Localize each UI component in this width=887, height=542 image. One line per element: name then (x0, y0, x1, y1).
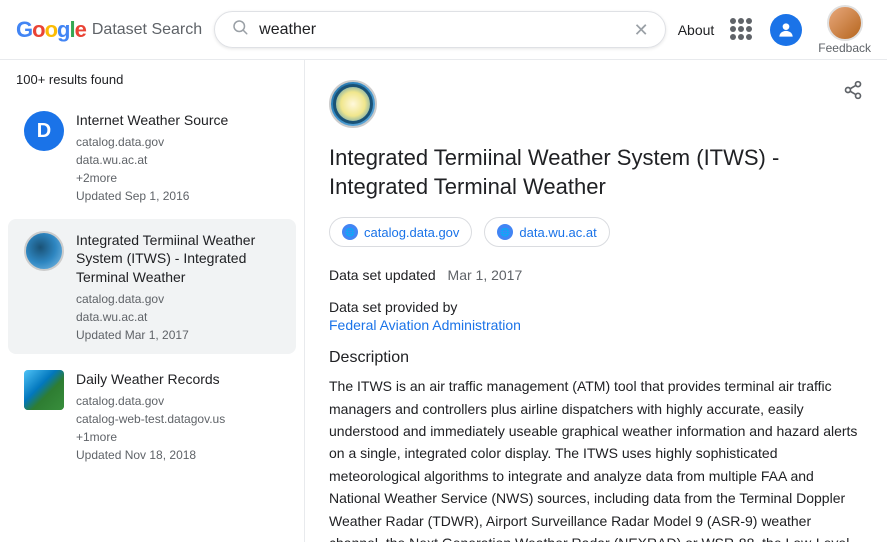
product-name: Dataset Search (92, 21, 202, 39)
source-link-catalog[interactable]: 🌐 catalog.data.gov (329, 217, 472, 247)
source-link-label-wu: data.wu.ac.at (519, 225, 596, 240)
logo-area: Google Dataset Search (16, 17, 202, 43)
result-date-internet-weather: Updated Sep 1, 2016 (76, 189, 280, 203)
about-link[interactable]: About (678, 22, 715, 38)
detail-header (329, 80, 863, 128)
share-icon[interactable] (843, 80, 863, 105)
right-panel: Integrated Termiinal Weather System (ITW… (305, 60, 887, 542)
dataset-provided-value[interactable]: Federal Aviation Administration (329, 317, 863, 333)
result-title-daily-weather: Daily Weather Records (76, 370, 280, 388)
result-sources-itws: catalog.data.govdata.wu.ac.at (76, 290, 280, 326)
result-date-itws: Updated Mar 1, 2017 (76, 328, 280, 342)
dataset-updated-value: Mar 1, 2017 (448, 267, 523, 283)
dataset-provided-label: Data set provided by (329, 299, 863, 315)
result-content-daily-weather: Daily Weather Records catalog.data.govca… (76, 370, 280, 462)
source-globe-icon-catalog: 🌐 (342, 224, 358, 240)
result-avatar-internet-weather: D (24, 111, 64, 151)
result-sources-internet-weather: catalog.data.govdata.wu.ac.at+2more (76, 133, 280, 187)
search-bar[interactable]: ✕ (214, 11, 666, 48)
apps-icon[interactable] (730, 18, 754, 42)
search-input[interactable] (259, 21, 623, 39)
dataset-provided-row: Data set provided by Federal Aviation Ad… (329, 299, 863, 333)
source-link-label-catalog: catalog.data.gov (364, 225, 459, 240)
description-label: Description (329, 349, 863, 367)
detail-title: Integrated Termiinal Weather System (ITW… (329, 144, 863, 201)
google-logo: Google (16, 17, 86, 43)
account-icon[interactable] (770, 14, 802, 46)
feedback-area: Feedback (818, 5, 871, 55)
search-icon (231, 18, 249, 41)
result-title-itws: Integrated Termiinal Weather System (ITW… (76, 231, 280, 286)
result-avatar-itws (24, 231, 64, 271)
result-content-itws: Integrated Termiinal Weather System (ITW… (76, 231, 280, 342)
left-panel: 100+ results found D Internet Weather So… (0, 60, 305, 542)
profile-image[interactable] (827, 5, 863, 41)
result-item-daily-weather[interactable]: Daily Weather Records catalog.data.govca… (8, 358, 296, 474)
header-right: About Feedback (678, 5, 871, 55)
detail-logo-inner (333, 84, 373, 124)
main-content: 100+ results found D Internet Weather So… (0, 60, 887, 542)
detail-logo (329, 80, 377, 128)
header: Google Dataset Search ✕ About Feedback (0, 0, 887, 60)
feedback-label[interactable]: Feedback (818, 41, 871, 55)
description-text: The ITWS is an air traffic management (A… (329, 375, 863, 542)
clear-icon[interactable]: ✕ (634, 21, 649, 39)
source-globe-icon-wu: 🌐 (497, 224, 513, 240)
result-date-daily-weather: Updated Nov 18, 2018 (76, 448, 280, 462)
results-count: 100+ results found (0, 72, 304, 99)
dataset-updated-row: Data set updated Mar 1, 2017 (329, 267, 863, 283)
result-item-internet-weather[interactable]: D Internet Weather Source catalog.data.g… (8, 99, 296, 215)
result-item-itws[interactable]: Integrated Termiinal Weather System (ITW… (8, 219, 296, 354)
source-links: 🌐 catalog.data.gov 🌐 data.wu.ac.at (329, 217, 863, 247)
dataset-updated-label: Data set updated (329, 267, 436, 283)
source-link-wu[interactable]: 🌐 data.wu.ac.at (484, 217, 609, 247)
result-title-internet-weather: Internet Weather Source (76, 111, 280, 129)
result-sources-daily-weather: catalog.data.govcatalog-web-test.datagov… (76, 392, 280, 446)
result-avatar-daily-weather (24, 370, 64, 410)
description-section: Description The ITWS is an air traffic m… (329, 349, 863, 542)
result-content-internet-weather: Internet Weather Source catalog.data.gov… (76, 111, 280, 203)
